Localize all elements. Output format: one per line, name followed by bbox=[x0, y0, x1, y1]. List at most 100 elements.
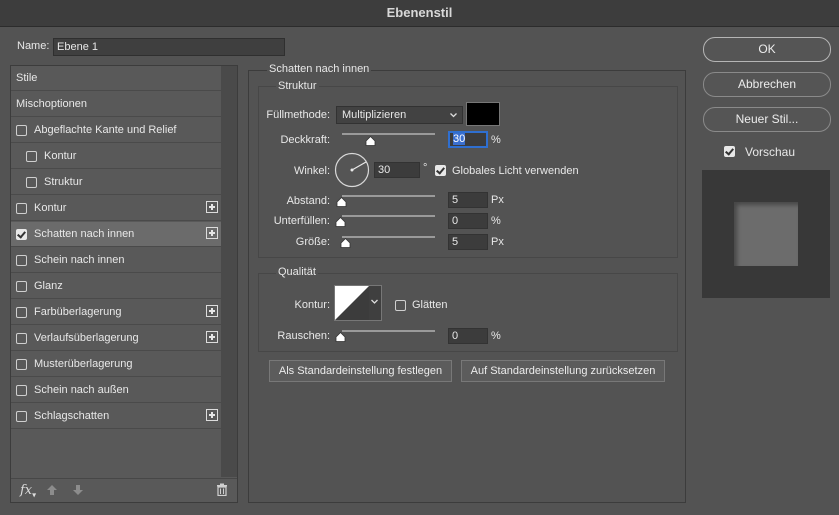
style-item-label: Verlaufsüberlagerung bbox=[34, 332, 139, 344]
style-item[interactable]: Musterüberlagerung bbox=[11, 352, 221, 377]
new-style-button[interactable]: Neuer Stil... bbox=[703, 107, 831, 132]
contour-preview-icon bbox=[335, 286, 369, 320]
noise-unit: % bbox=[491, 330, 501, 342]
make-default-button[interactable]: Als Standardeinstellung festlegen bbox=[269, 360, 452, 382]
style-item[interactable]: Glanz bbox=[11, 274, 221, 299]
global-light-label: Globales Licht verwenden bbox=[452, 165, 579, 177]
ok-button[interactable]: OK bbox=[703, 37, 831, 62]
cancel-button[interactable]: Abbrechen bbox=[703, 72, 831, 97]
noise-slider-track[interactable] bbox=[342, 330, 435, 332]
style-item-checkbox[interactable] bbox=[16, 385, 27, 396]
contour-picker[interactable] bbox=[334, 285, 382, 321]
layer-name-input[interactable]: Ebene 1 bbox=[53, 38, 285, 56]
style-item[interactable]: Struktur bbox=[11, 170, 221, 195]
style-item-checkbox[interactable] bbox=[16, 125, 27, 136]
distance-slider-track[interactable] bbox=[342, 195, 435, 197]
size-unit: Px bbox=[491, 236, 504, 248]
add-effect-plus-icon[interactable] bbox=[206, 201, 218, 213]
style-item-label: Farbüberlagerung bbox=[34, 306, 122, 318]
style-item[interactable]: Schein nach außen bbox=[11, 378, 221, 403]
style-item-label: Abgeflachte Kante und Relief bbox=[34, 124, 177, 136]
antialias-label: Glätten bbox=[412, 299, 448, 311]
angle-unit: ° bbox=[423, 162, 428, 174]
style-item-checkbox[interactable] bbox=[26, 177, 37, 188]
style-item[interactable]: Schatten nach innen bbox=[11, 222, 221, 247]
style-item[interactable]: Mischoptionen bbox=[11, 92, 221, 117]
blend-mode-select[interactable]: Multiplizieren bbox=[336, 106, 463, 124]
choke-input[interactable]: 0 bbox=[448, 213, 488, 229]
style-item-label: Musterüberlagerung bbox=[34, 358, 133, 370]
styles-list-scrollbar[interactable] bbox=[221, 66, 237, 477]
noise-input[interactable]: 0 bbox=[448, 328, 488, 344]
trash-icon[interactable] bbox=[216, 483, 228, 499]
distance-input[interactable]: 5 bbox=[448, 192, 488, 208]
style-item[interactable]: Schein nach innen bbox=[11, 248, 221, 273]
angle-input[interactable]: 30 bbox=[374, 162, 420, 178]
style-item-checkbox[interactable] bbox=[16, 411, 27, 422]
preview-checkbox[interactable] bbox=[724, 146, 735, 157]
opacity-label: Deckkraft: bbox=[280, 134, 330, 146]
style-item-label: Glanz bbox=[34, 280, 63, 292]
opacity-input[interactable]: 30 bbox=[448, 131, 488, 148]
style-item-checkbox[interactable] bbox=[26, 151, 37, 162]
size-input[interactable]: 5 bbox=[448, 234, 488, 250]
arrow-up-icon[interactable] bbox=[46, 484, 58, 499]
antialias-checkbox[interactable] bbox=[395, 300, 406, 311]
preview-label: Vorschau bbox=[745, 145, 796, 159]
style-item-checkbox[interactable] bbox=[16, 359, 27, 370]
style-item[interactable]: Stile bbox=[11, 66, 221, 91]
size-slider-track[interactable] bbox=[342, 236, 435, 238]
add-effect-plus-icon[interactable] bbox=[206, 331, 218, 343]
add-effect-plus-icon[interactable] bbox=[206, 227, 218, 239]
style-item[interactable]: Abgeflachte Kante und Relief bbox=[11, 118, 221, 143]
style-item-label: Schatten nach innen bbox=[34, 228, 135, 240]
add-effect-plus-icon[interactable] bbox=[206, 409, 218, 421]
angle-dial[interactable] bbox=[334, 152, 370, 191]
style-item-checkbox[interactable] bbox=[16, 307, 27, 318]
style-item-label: Mischoptionen bbox=[16, 98, 87, 110]
style-item-checkbox[interactable] bbox=[16, 203, 27, 214]
opacity-unit: % bbox=[491, 134, 501, 146]
chevron-down-icon bbox=[449, 107, 458, 128]
preview-swatch bbox=[734, 202, 798, 266]
style-item[interactable]: Kontur bbox=[11, 144, 221, 169]
section-title: Schatten nach innen bbox=[267, 63, 372, 75]
blend-mode-label: Füllmethode: bbox=[266, 109, 330, 121]
fx-label: fx bbox=[20, 483, 33, 498]
style-item[interactable]: Kontur bbox=[11, 196, 221, 221]
style-item-checkbox[interactable] bbox=[16, 255, 27, 266]
style-preview bbox=[702, 170, 830, 298]
structure-title: Struktur bbox=[276, 80, 319, 92]
style-item-label: Stile bbox=[16, 72, 38, 84]
window-title: Ebenenstil bbox=[386, 5, 453, 20]
style-item-label: Kontur bbox=[44, 150, 77, 162]
add-effect-plus-icon[interactable] bbox=[206, 305, 218, 317]
styles-list-footer: fx▾ bbox=[11, 478, 237, 503]
style-item-label: Kontur bbox=[34, 202, 67, 214]
blend-mode-value: Multiplizieren bbox=[342, 109, 407, 121]
fx-icon[interactable]: fx▾ bbox=[20, 483, 36, 500]
style-item-checkbox[interactable] bbox=[16, 333, 27, 344]
style-item[interactable]: Schlagschatten bbox=[11, 404, 221, 429]
quality-title: Qualität bbox=[276, 266, 318, 278]
reset-default-button[interactable]: Auf Standardeinstellung zurücksetzen bbox=[461, 360, 665, 382]
style-item-checkbox[interactable] bbox=[16, 229, 27, 240]
distance-label: Abstand: bbox=[286, 195, 330, 207]
style-item[interactable]: Farbüberlagerung bbox=[11, 300, 221, 325]
style-item-label: Struktur bbox=[44, 176, 83, 188]
choke-slider-track[interactable] bbox=[342, 215, 435, 217]
style-item-checkbox[interactable] bbox=[16, 281, 27, 292]
distance-unit: Px bbox=[491, 194, 504, 206]
noise-label: Rauschen: bbox=[277, 330, 330, 342]
arrow-down-icon[interactable] bbox=[72, 484, 84, 499]
global-light-checkbox[interactable] bbox=[435, 165, 446, 176]
window-title-bar: Ebenenstil bbox=[0, 0, 839, 27]
opacity-slider-track[interactable] bbox=[342, 133, 435, 135]
style-item-label: Schlagschatten bbox=[34, 410, 110, 422]
angle-label: Winkel: bbox=[293, 165, 330, 177]
shadow-color-swatch[interactable] bbox=[466, 102, 500, 126]
style-item[interactable]: Verlaufsüberlagerung bbox=[11, 326, 221, 351]
choke-label: Unterfüllen: bbox=[273, 215, 330, 227]
choke-unit: % bbox=[491, 215, 501, 227]
chevron-down-icon bbox=[370, 296, 379, 311]
